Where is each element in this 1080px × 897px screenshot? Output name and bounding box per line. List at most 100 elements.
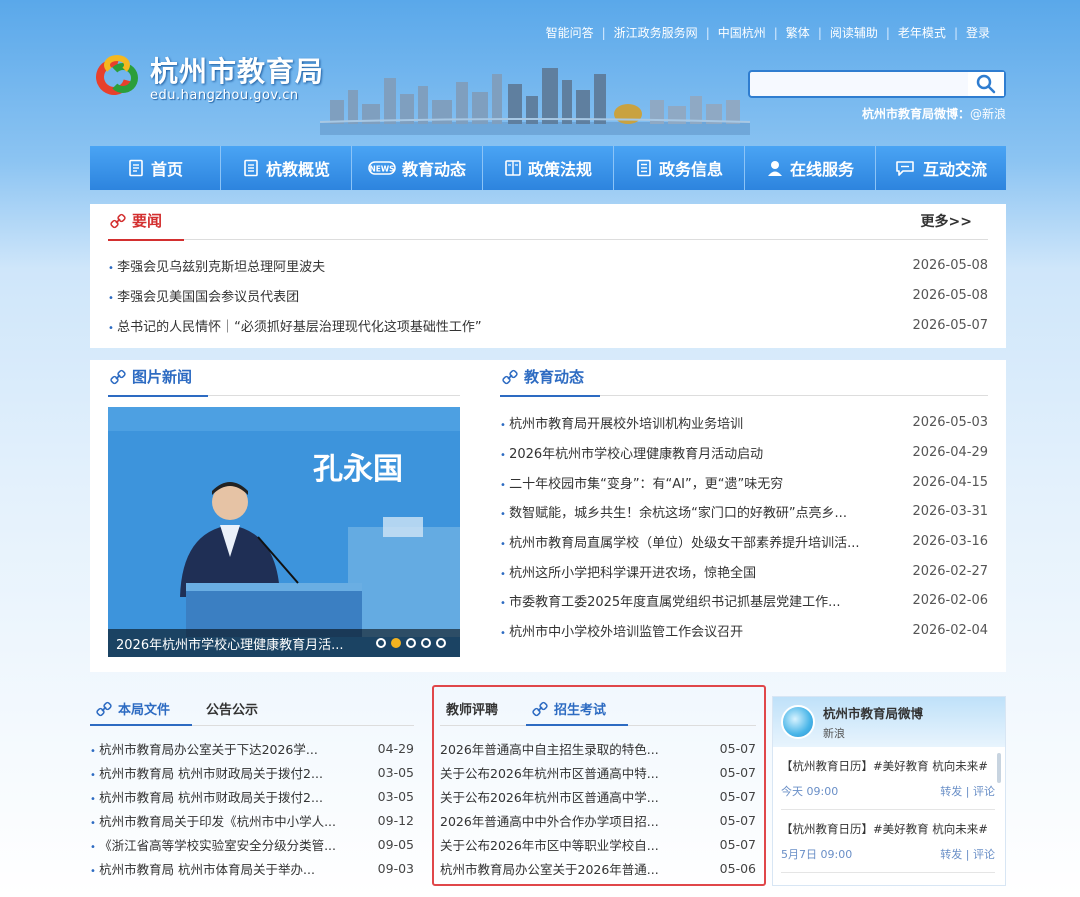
list-item[interactable]: 2026年杭州市学校心理健康教育月活动启动 2026-04-29: [500, 438, 988, 468]
tab-label: 教师评聘: [446, 703, 499, 718]
slide-dot[interactable]: [421, 638, 431, 648]
link-reading-assist[interactable]: 阅读辅助: [822, 24, 886, 41]
slide-dot[interactable]: [376, 638, 386, 648]
photo-caption-text[interactable]: 2026年杭州市学校心理健康教育月活...: [116, 634, 376, 653]
link-traditional-chinese[interactable]: 繁体: [778, 24, 818, 41]
section-title-edu-news[interactable]: 教育动态: [500, 366, 601, 397]
list-item[interactable]: 2026年普通高中中外合作办学项目招... 05-07: [440, 808, 756, 832]
news-date: 2026-02-06: [912, 593, 988, 609]
weibo-post-text[interactable]: 【杭州教育日历】#美好教育 杭向未来#: [781, 820, 995, 838]
main-nav: 首页 杭教概览 NEWS 教育动态 政策法规 政务信息 在线服务 互动交流: [90, 146, 1006, 190]
more-link[interactable]: 更多>>: [921, 211, 972, 231]
list-item[interactable]: 杭州市教育局办公室关于下达2026学... 04-29: [90, 736, 414, 760]
list-item[interactable]: 杭州市教育局 杭州市体育局关于举办... 09-03: [90, 856, 414, 880]
nav-item-online-service[interactable]: 在线服务: [745, 146, 876, 190]
list-item[interactable]: 关于公布2026年市区中等职业学校自... 05-07: [440, 832, 756, 856]
list-item[interactable]: 关于公布2026年杭州市区普通高中学... 05-07: [440, 784, 756, 808]
tab-teacher-appointment[interactable]: 教师评聘: [440, 699, 506, 725]
list-item[interactable]: 二十年校园市集“变身”：有“AI”，更“遗”味无穷 2026-04-15: [500, 467, 988, 497]
nav-item-policy[interactable]: 政策法规: [483, 146, 614, 190]
site-name: 杭州市教育局: [150, 55, 325, 88]
photo-news-slide[interactable]: 孔永国 2026年杭州市学校心理健康教育月活...: [108, 407, 460, 657]
search-button[interactable]: [968, 72, 1004, 96]
news-date: 2026-05-07: [912, 317, 988, 333]
list-item[interactable]: 总书记的人民情怀｜“必须抓好基层治理现代化这项基础性工作” 2026-05-07: [108, 310, 988, 340]
list-item[interactable]: 杭州市教育局关于印发《杭州市中小学人... 09-12: [90, 808, 414, 832]
doc-date: 09-05: [377, 836, 414, 852]
link-login[interactable]: 登录: [958, 24, 998, 41]
section-title-headlines[interactable]: 要闻: [108, 210, 185, 241]
weibo-account-line[interactable]: 杭州市教育局微博：@新浪: [862, 105, 1006, 122]
weibo-post-text[interactable]: 【杭州教育日历】#美好教育 杭向未来#: [781, 757, 995, 775]
doc-title: 杭州市教育局 杭州市财政局关于拨付2...: [90, 763, 323, 782]
comment-link[interactable]: 评论: [973, 848, 995, 861]
list-item[interactable]: 李强会见乌兹别克斯坦总理阿里波夫 2026-05-08: [108, 250, 988, 280]
list-item[interactable]: 杭州这所小学把科学课开进农场，惊艳全国 2026-02-27: [500, 556, 988, 586]
section-header: 要闻 更多>>: [108, 204, 988, 241]
weibo-account-label: 杭州市教育局微博：: [861, 107, 970, 121]
link-smart-qa[interactable]: 智能问答: [538, 24, 602, 41]
link-zhejiang-gov-service[interactable]: 浙江政务服务网: [606, 24, 706, 41]
slide-indicator: [376, 638, 460, 648]
nav-label: 杭教概览: [265, 160, 330, 179]
link-chain-icon: [110, 369, 126, 384]
repost-link[interactable]: 转发: [940, 785, 962, 798]
section-title-photo-news[interactable]: 图片新闻: [108, 366, 209, 397]
weibo-account-name: 杭州市教育局微博: [823, 706, 924, 721]
news-date: 2026-04-15: [912, 474, 988, 490]
nav-item-interaction[interactable]: 互动交流: [876, 146, 1006, 190]
search-box: [748, 70, 1006, 98]
nav-item-edu-news[interactable]: NEWS 教育动态: [352, 146, 483, 190]
tab-announcements[interactable]: 公告公示: [200, 699, 266, 725]
weibo-scrollbar[interactable]: [997, 753, 1001, 783]
list-item[interactable]: 杭州市教育局 杭州市财政局关于拨付2... 03-05: [90, 784, 414, 808]
overview-doc-icon: [244, 159, 258, 177]
conference-photo-image: 孔永国: [108, 407, 460, 657]
news-title: 2026年杭州市学校心理健康教育月活动启动: [500, 443, 763, 462]
tab-bureau-documents[interactable]: 本局文件: [90, 699, 193, 726]
list-item[interactable]: 市委教育工委2025年度直属党组织书记抓基层党建工作... 2026-02-06: [500, 586, 988, 616]
list-item[interactable]: 杭州市教育局办公室关于2026年普通... 05-06: [440, 856, 756, 880]
weibo-widget: 杭州市教育局微博 新浪 【杭州教育日历】#美好教育 杭向未来# 今天 09:00…: [772, 696, 1006, 886]
comment-link[interactable]: 评论: [973, 785, 995, 798]
site-domain: edu.hangzhou.gov.cn: [150, 88, 299, 103]
photo-news-header: 图片新闻: [108, 360, 460, 397]
banner-text: 孔永国: [313, 452, 403, 487]
list-item[interactable]: 杭州市中小学校外培训监管工作会议召开 2026-02-04: [500, 616, 988, 646]
documents-tabs: 本局文件 公告公示: [90, 696, 414, 726]
site-logo[interactable]: 杭州市教育局 edu.hangzhou.gov.cn: [89, 50, 325, 103]
tab-admission-exams[interactable]: 招生考试: [526, 699, 629, 726]
list-item[interactable]: 2026年普通高中自主招生录取的特色... 05-07: [440, 736, 756, 760]
list-item[interactable]: 杭州市教育局 杭州市财政局关于拨付2... 03-05: [90, 760, 414, 784]
news-title: 杭州市教育局开展校外培训机构业务培训: [500, 413, 743, 432]
list-item[interactable]: 杭州市教育局直属学校（单位）处级女干部素养提升培训活... 2026-03-16: [500, 527, 988, 557]
nav-item-home[interactable]: 首页: [90, 146, 221, 190]
news-date: 2026-02-27: [912, 563, 988, 579]
news-date: 2026-03-16: [912, 534, 988, 550]
slide-dot[interactable]: [436, 638, 446, 648]
nav-item-overview[interactable]: 杭教概览: [221, 146, 352, 190]
exam-date: 05-07: [719, 788, 756, 804]
search-input[interactable]: [750, 72, 968, 96]
nav-label: 政务信息: [658, 160, 723, 179]
tab-label: 本局文件: [118, 703, 171, 718]
edu-news-header: 教育动态: [500, 360, 988, 397]
exam-date: 05-07: [719, 740, 756, 756]
slide-dot[interactable]: [406, 638, 416, 648]
doc-date: 09-12: [377, 812, 414, 828]
weibo-header[interactable]: 杭州市教育局微博 新浪: [773, 697, 1005, 747]
list-item[interactable]: 《浙江省高等学校实验室安全分级分类管... 09-05: [90, 832, 414, 856]
link-china-hangzhou[interactable]: 中国杭州: [710, 24, 774, 41]
slide-dot-active[interactable]: [391, 638, 401, 648]
policy-book-icon: [505, 160, 521, 176]
list-item[interactable]: 关于公布2026年杭州市区普通高中特... 05-07: [440, 760, 756, 784]
link-elderly-mode[interactable]: 老年模式: [890, 24, 954, 41]
weibo-post-time: 5月7日 09:00: [781, 848, 853, 861]
list-item[interactable]: 数智赋能，城乡共生！余杭这场“家门口的好教研”点亮乡... 2026-03-31: [500, 497, 988, 527]
list-item[interactable]: 李强会见美国国会参议员代表团 2026-05-08: [108, 280, 988, 310]
list-item[interactable]: 杭州市教育局开展校外培训机构业务培训 2026-05-03: [500, 408, 988, 438]
nav-item-gov-info[interactable]: 政务信息: [614, 146, 745, 190]
repost-link[interactable]: 转发: [940, 848, 962, 861]
news-title: 二十年校园市集“变身”：有“AI”，更“遗”味无穷: [500, 473, 783, 492]
doc-date: 04-29: [377, 740, 414, 756]
